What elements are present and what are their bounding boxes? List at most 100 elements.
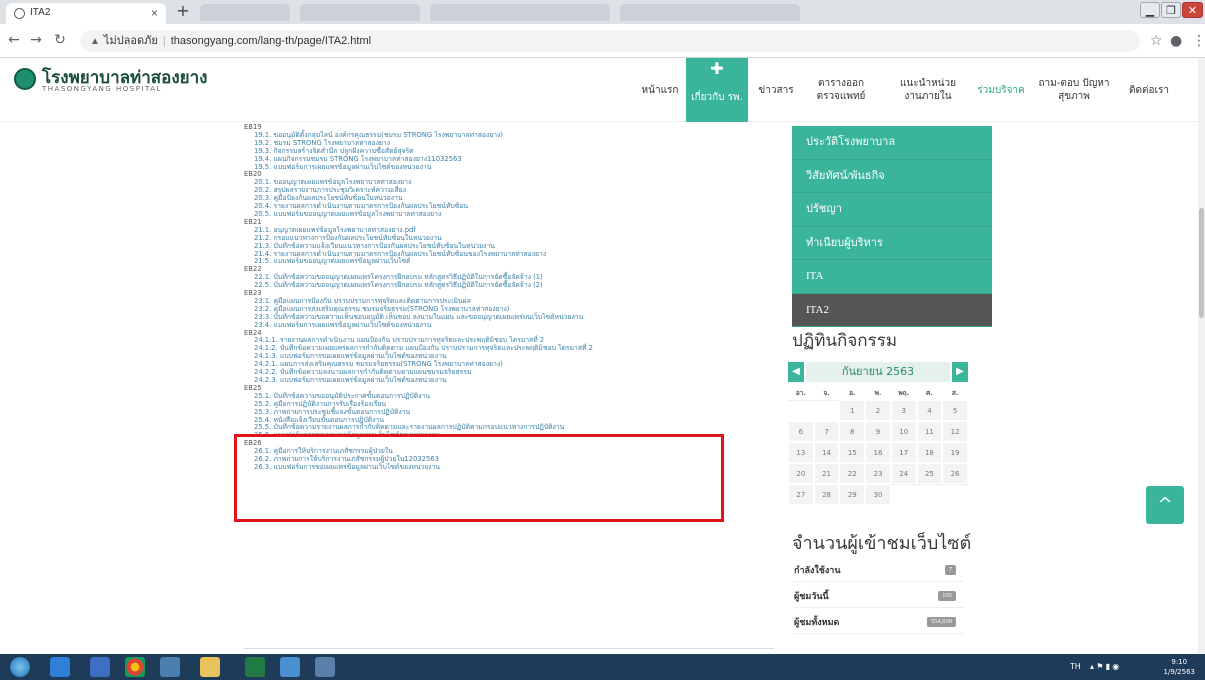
profile-icon[interactable]: ● [1170, 33, 1182, 49]
calendar-day[interactable]: 6 [788, 421, 814, 442]
document-link[interactable]: 24.2.3. แบบฟอร์มการขอเผยแพร่ข้อมูลผ่านเว… [244, 376, 764, 385]
maximize-button[interactable]: ❐ [1161, 2, 1181, 18]
calendar-day[interactable]: 14 [813, 442, 840, 463]
page-content: EB19 19.1. ขออนุมัติตั้งกลุ่มไลน์ องค์กรค… [0, 122, 1200, 664]
calendar-day[interactable]: 8 [839, 421, 866, 442]
address-bar[interactable]: ▲ ไม่ปลอดภัย | thasongyang.com/lang-th/page… [80, 30, 1140, 52]
url-text: thasongyang.com/lang-th/page/ITA2.html [170, 35, 372, 47]
calendar-day[interactable]: 1 [839, 400, 866, 421]
calendar-day[interactable]: 27 [788, 484, 814, 505]
chrome-icon[interactable] [125, 657, 145, 677]
minimize-button[interactable]: ▁ [1140, 2, 1160, 18]
start-button-icon[interactable] [10, 657, 30, 677]
background-tab[interactable] [430, 4, 610, 21]
nav-units[interactable]: แนะนำหน่วย งานภายใน [892, 58, 964, 122]
calendar-empty-cell [788, 400, 814, 421]
calendar-prev-button[interactable]: ◀ [788, 362, 804, 382]
nav-home[interactable]: หน้าแรก [635, 58, 685, 122]
calendar-day[interactable]: 18 [916, 442, 943, 463]
language-indicator[interactable]: TH [1070, 654, 1081, 680]
new-tab-button[interactable]: + [172, 2, 194, 20]
visitor-label: ผู้ชมวันนี้ [794, 591, 829, 601]
close-button[interactable]: ✕ [1182, 2, 1203, 18]
nav-about[interactable]: ✚ เกี่ยวกับ รพ. [686, 58, 748, 122]
document-link[interactable]: 22.5. บันทึกข้อความขออนุญาตเผยแพร่โครงกา… [244, 281, 764, 290]
calendar-day[interactable]: 4 [916, 400, 943, 421]
clock-date: 1/9/2563 [1163, 668, 1195, 676]
scroll-to-top-button[interactable]: ^ [1146, 486, 1184, 524]
browser-tab[interactable]: ITA2 × [6, 3, 166, 24]
bookmark-star-icon[interactable]: ☆ [1150, 33, 1163, 49]
calendar-day[interactable]: 13 [788, 442, 814, 463]
sidebar-item-history[interactable]: ประวัติโรงพยาบาล [792, 126, 992, 160]
calendar-day[interactable]: 11 [916, 421, 943, 442]
folder-icon[interactable] [160, 657, 180, 677]
calendar-day[interactable]: 26 [942, 463, 968, 484]
sidebar-item-vision[interactable]: วิสัยทัศน์/พันธกิจ [792, 159, 992, 193]
calendar-day[interactable]: 22 [839, 463, 866, 484]
activities-title: ปฏิทินกิจกรรม [792, 331, 898, 351]
forward-icon[interactable]: → [26, 32, 46, 48]
sidebar-item-ita2[interactable]: ITA2 [792, 293, 992, 327]
clock-time: 9:10 [1171, 658, 1188, 666]
back-icon[interactable]: ← [4, 32, 24, 48]
sidebar-item-philosophy[interactable]: ปรัชญา [792, 193, 992, 227]
nav-donate[interactable]: ร่วมบริจาค [968, 58, 1034, 122]
document-link[interactable]: 21.5. แบบฟอร์มขออนุญาตเผยแพร่ข้อมูลผ่านเ… [244, 258, 764, 266]
calendar-day[interactable]: 30 [865, 484, 891, 505]
calendar-day[interactable]: 7 [813, 421, 840, 442]
nav-news[interactable]: ข่าวสาร [752, 58, 800, 122]
hospital-logo-icon[interactable] [14, 68, 36, 90]
document-link[interactable]: 19.5. แบบฟอร์มการเผยแพร่ข้อมูลผ่านเว็บไซ… [244, 163, 764, 172]
calendar-day[interactable]: 15 [839, 442, 866, 463]
calendar-day[interactable]: 29 [839, 484, 866, 505]
sidebar-item-executives[interactable]: ทำเนียบผู้บริหาร [792, 226, 992, 260]
nav-doctor-schedule[interactable]: ตารางออก ตรวจแพทย์ [810, 58, 872, 122]
warning-icon: ▲ [90, 36, 100, 47]
calendar-day[interactable]: 5 [942, 400, 968, 421]
calendar-day[interactable]: 3 [890, 400, 917, 421]
calendar-day[interactable]: 24 [890, 463, 917, 484]
calendar-month: กันยายน 2563 [806, 362, 950, 382]
document-link[interactable]: 20.5. แบบฟอร์มขออนุญาตเผยแพร่ข้อมูลโรงพย… [244, 210, 764, 219]
nav-contact[interactable]: ติดต่อเรา [1116, 58, 1182, 122]
app-icon[interactable] [280, 657, 300, 677]
menu-kebab-icon[interactable]: ⋮ [1192, 33, 1205, 49]
calendar-next-button[interactable]: ▶ [952, 362, 968, 382]
calendar-empty-cell [813, 400, 840, 421]
calendar-day[interactable]: 25 [916, 463, 943, 484]
outlook-icon[interactable] [90, 657, 110, 677]
not-secure-label: ไม่ปลอดภัย [103, 35, 158, 47]
calendar-day[interactable]: 28 [813, 484, 840, 505]
calendar-day[interactable]: 20 [788, 463, 814, 484]
reload-icon[interactable]: ↻ [50, 32, 70, 48]
calendar-day[interactable]: 19 [942, 442, 968, 463]
window-icon[interactable] [315, 657, 335, 677]
background-tab[interactable] [200, 4, 290, 21]
excel-icon[interactable] [245, 657, 265, 677]
page-scrollbar[interactable] [1198, 58, 1205, 664]
clock[interactable]: 9:10 1/9/2563 [1164, 657, 1195, 677]
browser-tab-strip: ITA2 × + ▁ ❐ ✕ [0, 0, 1205, 24]
calendar-day[interactable]: 21 [813, 463, 840, 484]
windows-taskbar: TH ▴ ⚑ ▮ ◉ 9:10 1/9/2563 [0, 654, 1205, 680]
calendar-day[interactable]: 2 [865, 400, 891, 421]
explorer-icon[interactable] [200, 657, 220, 677]
ie-icon[interactable] [50, 657, 70, 677]
calendar-empty-cell [890, 484, 917, 505]
nav-qa[interactable]: ถาม-ตอบ ปัญหาสุขภาพ [1036, 58, 1112, 122]
tray-icons[interactable]: ▴ ⚑ ▮ ◉ [1090, 654, 1119, 680]
sidebar-item-ita[interactable]: ITA [792, 260, 992, 294]
tab-close-icon[interactable]: × [151, 6, 158, 20]
background-tab[interactable] [300, 4, 420, 21]
tab-title: ITA2 [30, 7, 51, 18]
background-tab[interactable] [620, 4, 800, 21]
calendar-day[interactable]: 12 [942, 421, 968, 442]
calendar-day[interactable]: 9 [865, 421, 891, 442]
calendar-day[interactable]: 23 [865, 463, 891, 484]
document-link[interactable]: 23.4. แบบฟอร์มการเผยแพร่ข้อมูลผ่านเว็บไซ… [244, 321, 764, 330]
calendar-day[interactable]: 16 [865, 442, 891, 463]
calendar-day[interactable]: 10 [890, 421, 917, 442]
scrollbar-thumb[interactable] [1199, 208, 1204, 318]
calendar-day[interactable]: 17 [890, 442, 917, 463]
